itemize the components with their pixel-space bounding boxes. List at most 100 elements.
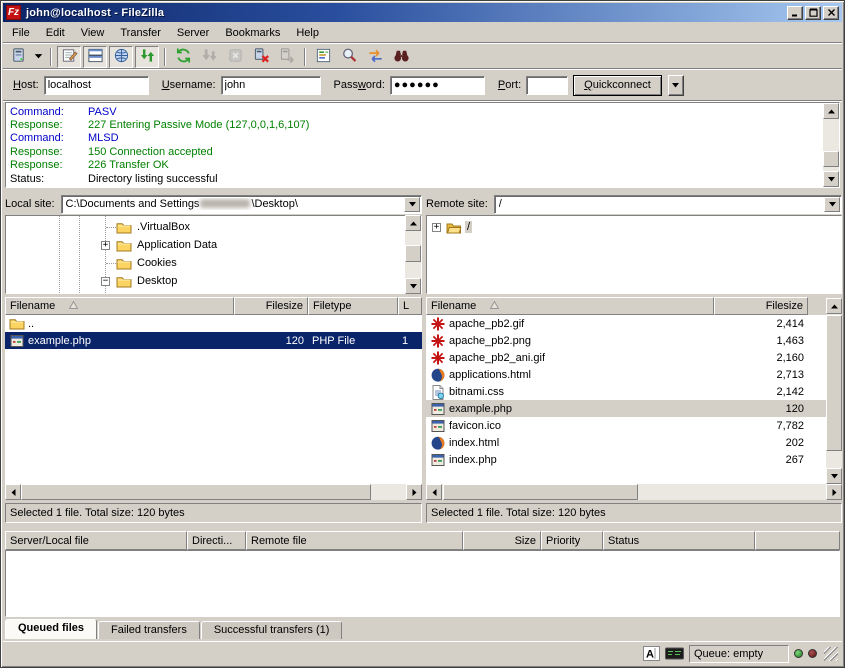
directory-comparison-button[interactable] — [337, 46, 361, 68]
file-type-cell: PHP File — [308, 335, 398, 347]
queue-column-priority[interactable]: Priority — [541, 531, 603, 550]
quickconnect-button[interactable]: Quickconnect — [573, 75, 662, 96]
title-bar[interactable]: Fz john@localhost - FileZilla — [3, 3, 842, 22]
queue-column-blank[interactable] — [755, 531, 840, 550]
toggle-transfer-queue-button[interactable] — [135, 46, 159, 68]
expand-icon[interactable]: + — [432, 223, 441, 232]
menu-item-edit[interactable]: Edit — [38, 25, 73, 41]
find-files-button[interactable] — [389, 46, 413, 68]
column-header-filename[interactable]: Filename — [426, 297, 714, 315]
scroll-right-button[interactable] — [406, 484, 422, 500]
scroll-thumb[interactable] — [826, 315, 842, 451]
site-manager-dropdown-button[interactable] — [32, 46, 45, 68]
toggle-local-tree-button[interactable] — [83, 46, 107, 68]
tree-item-desktop[interactable]: −Desktop — [6, 273, 421, 291]
column-header-filesize[interactable]: Filesize — [234, 297, 308, 315]
file-size-cell: 7,782 — [714, 420, 808, 432]
menu-item-bookmarks[interactable]: Bookmarks — [217, 25, 288, 41]
folder-icon — [116, 238, 132, 254]
tab-queued-files[interactable]: Queued files — [5, 619, 97, 639]
file-row[interactable]: example.php120 — [426, 400, 826, 417]
queue-column-directi-[interactable]: Directi... — [187, 531, 246, 550]
tree-item--virtualbox[interactable]: .VirtualBox — [6, 219, 421, 237]
file-row[interactable]: example.php120PHP File1 — [5, 332, 422, 349]
file-name-cell: index.php — [426, 452, 714, 468]
speed-limits-icon[interactable] — [665, 647, 684, 660]
file-row[interactable]: index.php267 — [426, 451, 826, 468]
queue-column-label: Remote file — [251, 535, 307, 547]
tab-successful-transfers-1-[interactable]: Successful transfers (1) — [201, 621, 343, 639]
file-name-cell: example.php — [5, 333, 234, 349]
synchronized-browsing-icon — [367, 47, 384, 67]
remote-site-dropdown-button[interactable] — [824, 197, 840, 212]
menu-item-server[interactable]: Server — [169, 25, 217, 41]
toggle-remote-tree-button[interactable] — [109, 46, 133, 68]
tree-item-label: / — [465, 221, 472, 233]
local-directory-tree: .VirtualBox+Application DataCookies−Desk… — [5, 215, 422, 294]
tab-failed-transfers[interactable]: Failed transfers — [98, 621, 200, 639]
minimize-button[interactable] — [787, 6, 803, 20]
expand-icon[interactable]: + — [101, 241, 110, 250]
scroll-up-button[interactable] — [826, 298, 842, 314]
queue-column-label: Server/Local file — [10, 535, 89, 547]
port-input[interactable] — [526, 76, 568, 95]
maximize-button[interactable] — [805, 6, 821, 20]
tree-item-root[interactable]: +/ — [427, 219, 841, 237]
scroll-thumb[interactable] — [443, 484, 638, 500]
file-row[interactable]: index.html202 — [426, 434, 826, 451]
scroll-left-button[interactable] — [5, 484, 21, 500]
queue-column-status[interactable]: Status — [603, 531, 755, 550]
column-header-filetype[interactable]: Filetype — [308, 297, 398, 315]
scroll-up-button[interactable] — [405, 215, 421, 231]
remote-site-combo[interactable]: / — [494, 195, 842, 214]
refresh-button[interactable] — [171, 46, 195, 68]
menu-item-view[interactable]: View — [73, 25, 113, 41]
menu-item-help[interactable]: Help — [288, 25, 327, 41]
quickconnect-dropdown-button[interactable] — [668, 75, 684, 96]
username-input[interactable] — [221, 76, 321, 95]
password-input[interactable] — [390, 76, 485, 95]
scroll-left-button[interactable] — [426, 484, 442, 500]
file-row[interactable]: favicon.ico7,782 — [426, 417, 826, 434]
scroll-down-button[interactable] — [826, 468, 842, 484]
file-name: index.php — [449, 454, 497, 466]
disconnect-button[interactable] — [249, 46, 273, 68]
queue-column-server-local-file[interactable]: Server/Local file — [5, 531, 187, 550]
column-header-l[interactable]: L — [398, 297, 422, 315]
file-row[interactable]: apache_pb2.gif2,414 — [426, 315, 826, 332]
collapse-icon[interactable]: − — [101, 277, 110, 286]
column-header-filename[interactable]: Filename — [5, 297, 234, 315]
queue-column-size[interactable]: Size — [463, 531, 541, 550]
file-name-cell: apache_pb2.gif — [426, 316, 714, 332]
menu-item-file[interactable]: File — [4, 25, 38, 41]
scroll-up-button[interactable] — [823, 103, 839, 119]
maximize-icon — [809, 8, 818, 17]
close-button[interactable] — [823, 6, 839, 20]
file-row[interactable]: apache_pb2.png1,463 — [426, 332, 826, 349]
local-site-combo[interactable]: C:\Documents and Settings\Desktop\ — [61, 195, 422, 214]
host-input[interactable] — [44, 76, 149, 95]
scroll-down-button[interactable] — [823, 171, 839, 187]
scroll-thumb[interactable] — [21, 484, 371, 500]
scroll-thumb[interactable] — [823, 151, 839, 167]
column-header-filesize[interactable]: Filesize — [714, 297, 808, 315]
file-row[interactable]: apache_pb2_ani.gif2,160 — [426, 349, 826, 366]
resize-grip[interactable] — [824, 647, 838, 661]
local-site-dropdown-button[interactable] — [404, 197, 420, 212]
site-manager-button[interactable] — [6, 46, 30, 68]
file-row[interactable]: applications.html2,713 — [426, 366, 826, 383]
synchronized-browsing-button[interactable] — [363, 46, 387, 68]
scroll-down-button[interactable] — [405, 278, 421, 294]
queue-column-remote-file[interactable]: Remote file — [246, 531, 463, 550]
apache-icon — [430, 333, 446, 349]
toggle-message-log-button[interactable] — [57, 46, 81, 68]
folder-open-icon — [446, 220, 462, 236]
file-row[interactable]: .. — [5, 315, 422, 332]
menu-item-transfer[interactable]: Transfer — [112, 25, 169, 41]
directory-filters-button[interactable] — [311, 46, 335, 68]
scroll-right-button[interactable] — [826, 484, 842, 500]
tree-item-application-data[interactable]: +Application Data — [6, 237, 421, 255]
tree-item-cookies[interactable]: Cookies — [6, 255, 421, 273]
file-row[interactable]: bitnami.css2,142 — [426, 383, 826, 400]
scroll-thumb[interactable] — [405, 245, 421, 262]
